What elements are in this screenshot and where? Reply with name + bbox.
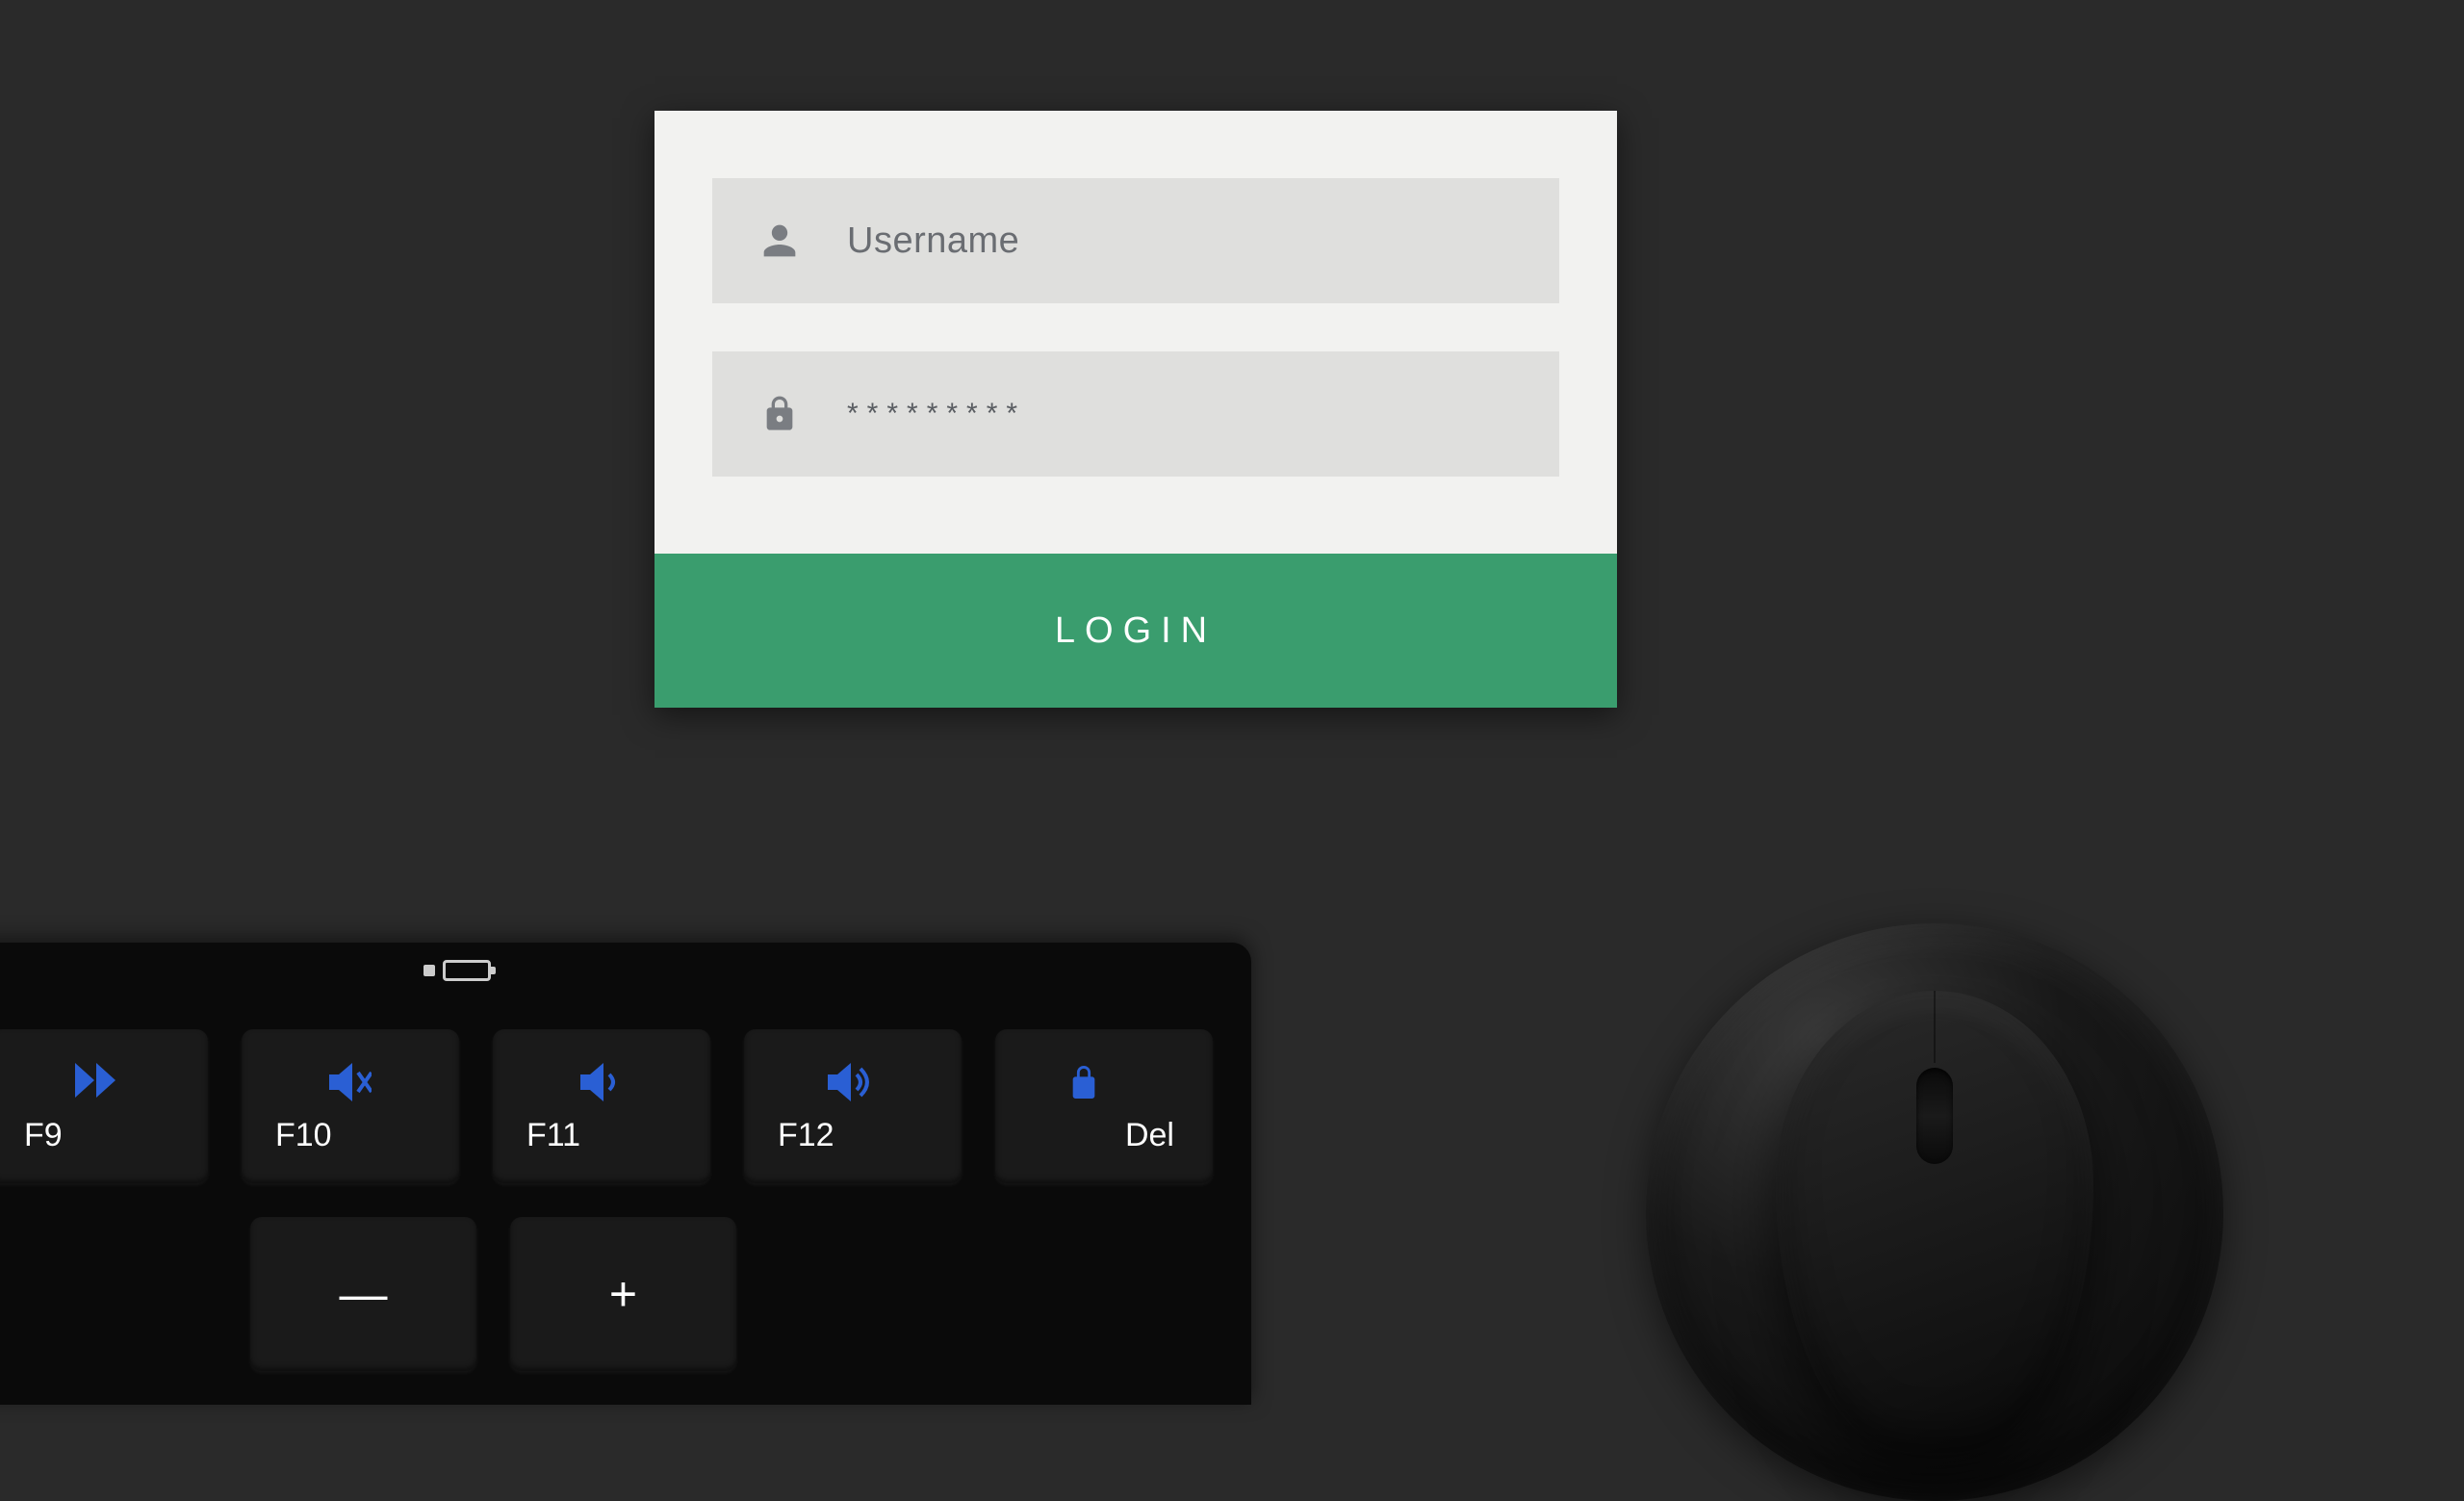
mouse-button-seam bbox=[1934, 991, 1936, 1063]
del-key[interactable]: Del bbox=[995, 1029, 1213, 1183]
password-field[interactable]: ********* bbox=[712, 351, 1559, 477]
mouse bbox=[1646, 923, 2223, 1501]
operator-key-row: — + bbox=[0, 1217, 1213, 1371]
f12-key[interactable]: F12 bbox=[744, 1029, 962, 1183]
lock-icon bbox=[751, 395, 808, 433]
username-field[interactable]: Username bbox=[712, 178, 1559, 303]
volume-up-icon bbox=[828, 1063, 878, 1111]
keylock-icon bbox=[1067, 1063, 1100, 1111]
minus-key[interactable]: — bbox=[250, 1217, 476, 1371]
f9-key[interactable]: F9 bbox=[0, 1029, 208, 1183]
volume-down-icon bbox=[580, 1063, 623, 1111]
user-icon bbox=[751, 221, 808, 260]
plus-key[interactable]: + bbox=[510, 1217, 736, 1371]
mouse-body[interactable] bbox=[1776, 991, 2093, 1453]
mouse-scroll-wheel[interactable] bbox=[1916, 1068, 1953, 1164]
keyboard: F9 F10 F11 F12 Del bbox=[0, 943, 1251, 1405]
function-key-row: F9 F10 F11 F12 Del bbox=[0, 1029, 1213, 1183]
f10-key[interactable]: F10 bbox=[242, 1029, 459, 1183]
mute-icon bbox=[329, 1063, 372, 1111]
f11-key[interactable]: F11 bbox=[493, 1029, 710, 1183]
password-masked-value: ********* bbox=[808, 398, 1521, 430]
login-fields-container: Username ********* bbox=[654, 111, 1617, 477]
battery-indicator bbox=[424, 960, 491, 981]
login-card: Username ********* LOGIN bbox=[654, 111, 1617, 708]
fast-forward-icon bbox=[75, 1063, 123, 1107]
username-placeholder: Username bbox=[808, 220, 1521, 262]
login-button[interactable]: LOGIN bbox=[654, 554, 1617, 708]
login-button-label: LOGIN bbox=[1055, 610, 1217, 652]
